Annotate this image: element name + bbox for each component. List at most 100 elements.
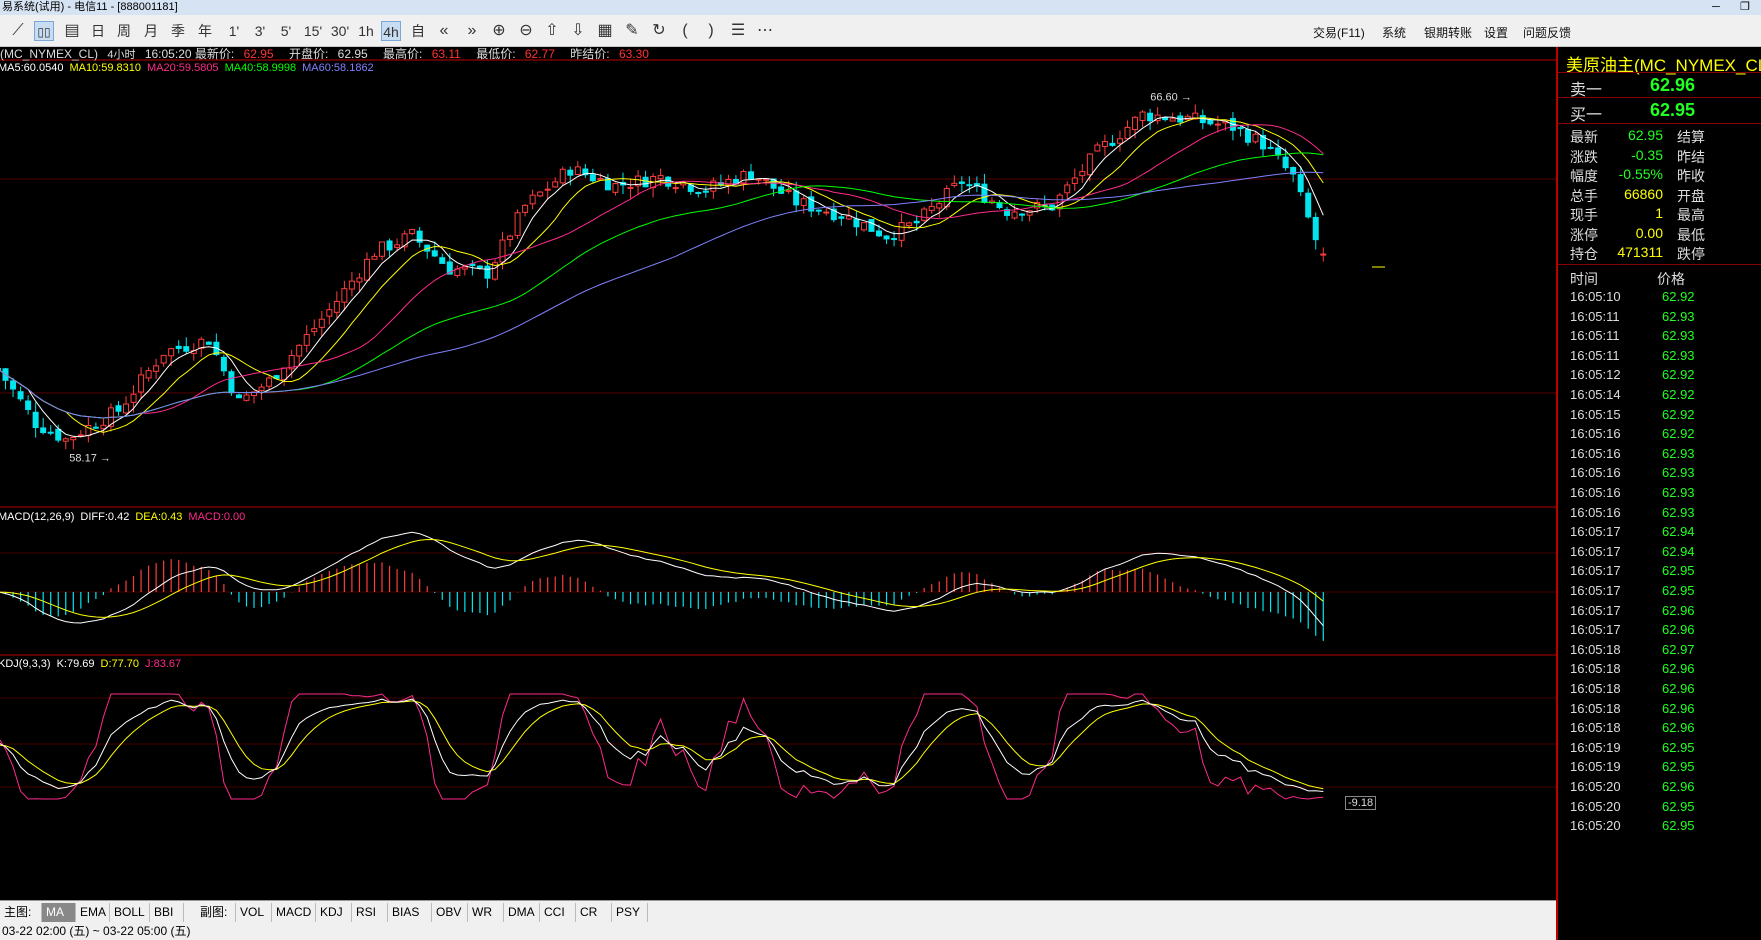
candle-body: [589, 174, 596, 182]
main-tab-bbi[interactable]: BBI: [150, 903, 184, 922]
list-icon[interactable]: ☰: [728, 21, 748, 41]
period-3-button[interactable]: 季: [168, 21, 188, 41]
candle-body: [1071, 177, 1078, 184]
candle-body: [1079, 171, 1086, 177]
period-4-button[interactable]: 年: [195, 21, 215, 41]
candle-body: [205, 341, 212, 345]
restore-icon[interactable]: ❐: [1740, 0, 1750, 14]
candle-body: [363, 258, 370, 281]
candle-body: [883, 235, 890, 240]
sub-tab-kdj[interactable]: KDJ: [316, 903, 352, 922]
tick-time: 16:05:20: [1570, 818, 1621, 834]
tick-time: 16:05:16: [1570, 504, 1621, 520]
candle-body: [40, 427, 47, 434]
candle-body: [1214, 123, 1221, 126]
period-6-button[interactable]: 3': [250, 21, 270, 41]
sub-tab-cr[interactable]: CR: [576, 903, 612, 922]
more-icon[interactable]: ⋯: [755, 21, 775, 41]
minimize-icon[interactable]: ─: [1712, 0, 1720, 14]
menu-item-1[interactable]: 系统: [1382, 24, 1406, 41]
back-icon[interactable]: «: [434, 21, 454, 41]
period-8-button[interactable]: 15': [303, 21, 323, 41]
table-icon[interactable]: ▦: [595, 21, 615, 41]
tick-price: 62.93: [1662, 347, 1695, 363]
candle-body: [341, 288, 348, 303]
menu-item-0[interactable]: 交易(F11): [1313, 24, 1365, 41]
sub-tab-rsi[interactable]: RSI: [352, 903, 388, 922]
prev-settle-label: 昨结价:: [570, 47, 610, 61]
chart-area[interactable]: 66.60 → 58.17 → (MC_NYMEX_CL) 4小时 16:05:2…: [0, 47, 1556, 915]
zoom-out-icon[interactable]: ⊖: [516, 21, 536, 41]
candle-body: [891, 238, 898, 241]
sub-tab-macd[interactable]: MACD: [272, 903, 316, 922]
sub-tab-psy[interactable]: PSY: [612, 903, 648, 922]
candle-body: [394, 244, 401, 248]
tick-price: 62.96: [1662, 622, 1695, 638]
period-1-button[interactable]: 周: [114, 21, 134, 41]
candle-body: [1207, 119, 1214, 125]
macd-legend: MACD(12,26,9) DIFF:0.42 DEA:0.43 MACD:0.00: [0, 509, 251, 523]
low-value: 62.77: [524, 47, 555, 61]
period-7-button[interactable]: 5': [276, 21, 296, 41]
tick-price: 62.95: [1662, 563, 1695, 579]
candle-body: [544, 188, 551, 191]
ma-legend-item: MA40:58.9998: [224, 62, 297, 74]
menu-item-4[interactable]: 问题反馈: [1523, 24, 1571, 41]
bracket-right-icon[interactable]: ): [701, 21, 721, 41]
tick-time: 16:05:18: [1570, 720, 1621, 736]
forward-icon[interactable]: »: [462, 21, 482, 41]
bracket-left-icon[interactable]: (: [675, 21, 695, 41]
refresh-icon[interactable]: ↻: [649, 21, 669, 41]
candlestick-icon[interactable]: ▯▯: [34, 21, 54, 41]
candle-body: [123, 403, 130, 414]
period-10-button[interactable]: 1h: [356, 21, 376, 41]
tick-price: 62.92: [1662, 426, 1695, 442]
quote-time: 16:05:20: [144, 47, 192, 61]
candle-body: [627, 186, 634, 189]
line-chart-icon[interactable]: ⟋: [8, 21, 28, 41]
sub-tab-obv[interactable]: OBV: [432, 903, 468, 922]
candle-body: [529, 194, 536, 205]
sub-tab-cci[interactable]: CCI: [540, 903, 576, 922]
dea-line: [0, 538, 1324, 618]
period-2-button[interactable]: 月: [141, 21, 161, 41]
price-chart[interactable]: 66.60 → 58.17 →: [0, 47, 1556, 900]
stat-label2: 结算: [1677, 129, 1705, 145]
sub-tab-wr[interactable]: WR: [468, 903, 504, 922]
period-12-button[interactable]: 自: [408, 21, 428, 41]
candle-body: [921, 208, 928, 221]
low-label: 最低价:: [476, 47, 516, 61]
candle-body: [220, 356, 227, 372]
quote-panel: 美原油主(MC_NYMEX_CL) 卖一 62.96 买一 62.95 最新 62…: [1556, 47, 1761, 940]
sub-tab-dma[interactable]: DMA: [504, 903, 540, 922]
tick-time: 16:05:16: [1570, 465, 1621, 481]
period-5-button[interactable]: 1': [224, 21, 244, 41]
stat-label: 涨跌: [1570, 148, 1598, 165]
sub-tab-bias[interactable]: BIAS: [388, 903, 432, 922]
menu-item-2[interactable]: 银期转账: [1424, 24, 1472, 41]
main-tab-ema[interactable]: EMA: [76, 903, 110, 922]
arrow-down-icon[interactable]: ⇩: [568, 21, 588, 41]
stat-label: 涨停: [1570, 226, 1598, 243]
tick-price: 62.96: [1662, 681, 1695, 696]
tick-price: 62.93: [1662, 504, 1695, 520]
sub-tab-vol[interactable]: VOL: [236, 903, 272, 922]
period-9-button[interactable]: 30': [330, 21, 350, 41]
draw-tool-icon[interactable]: ✎: [622, 21, 642, 41]
candle-body: [47, 431, 54, 434]
zoom-in-icon[interactable]: ⊕: [489, 21, 509, 41]
grid-view-icon[interactable]: ▤: [62, 21, 82, 41]
arrow-up-icon[interactable]: ⇧: [542, 21, 562, 41]
main-tab-ma[interactable]: MA: [42, 903, 76, 922]
candle-body: [183, 346, 190, 352]
candle-body: [130, 393, 137, 403]
menu-item-3[interactable]: 设置: [1484, 24, 1508, 41]
period-0-button[interactable]: 日: [88, 21, 108, 41]
candle-body: [567, 169, 574, 176]
period-11-button[interactable]: 4h: [381, 21, 401, 41]
candle-body: [958, 181, 965, 184]
scale-readout: -9.18: [1345, 796, 1377, 810]
stat-label2: 昨结: [1677, 148, 1705, 165]
main-tab-boll[interactable]: BOLL: [110, 903, 150, 922]
high-value: 63.11: [431, 47, 461, 61]
